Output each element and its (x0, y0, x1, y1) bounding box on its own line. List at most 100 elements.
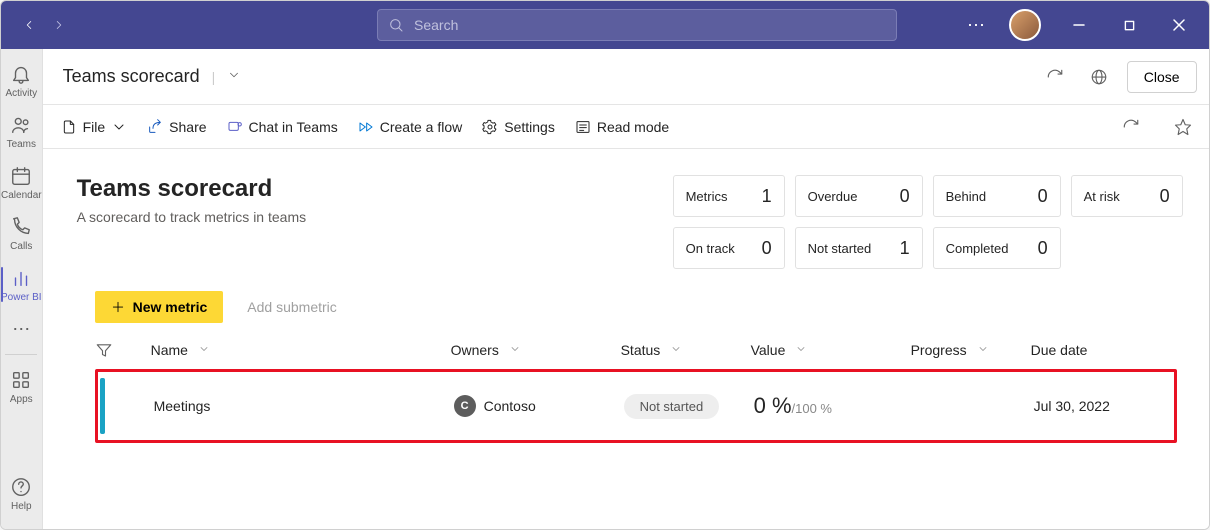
column-progress[interactable]: Progress (911, 342, 1031, 358)
rail-calls[interactable]: Calls (1, 208, 42, 259)
rail-help[interactable]: Help (1, 468, 42, 519)
title-dropdown[interactable] (227, 68, 241, 85)
more-options-button[interactable]: ⋯ (959, 15, 993, 36)
phone-icon (10, 216, 32, 238)
rail-powerbi[interactable]: Power BI (1, 259, 42, 310)
stat-overdue[interactable]: Overdue0 (795, 175, 923, 217)
column-name[interactable]: Name (151, 342, 451, 358)
bell-icon (10, 63, 32, 85)
rail-calendar[interactable]: Calendar (1, 157, 42, 208)
cell-name: Meetings (154, 398, 454, 414)
stat-behind[interactable]: Behind0 (933, 175, 1061, 217)
rail-label: Apps (10, 394, 33, 405)
read-mode-button[interactable]: Read mode (575, 119, 669, 135)
cell-status: Not started (624, 394, 754, 419)
chevron-right-icon (52, 18, 66, 32)
metrics-table: Name Owners Status Value Progress Due da… (95, 341, 1199, 443)
filter-icon (95, 341, 113, 359)
page-title: Teams scorecard (63, 66, 200, 87)
cell-owner: C Contoso (454, 395, 624, 417)
refresh-toolbar-button[interactable] (1115, 111, 1147, 143)
teams-chat-icon (227, 119, 243, 135)
filter-column[interactable] (95, 341, 151, 359)
stat-metrics[interactable]: Metrics1 (673, 175, 785, 217)
plus-icon (111, 300, 125, 314)
calendar-icon (10, 165, 32, 187)
column-value[interactable]: Value (751, 342, 911, 358)
column-due: Due date (1031, 342, 1171, 358)
app-window: ⋯ Activity Teams (0, 0, 1210, 530)
share-button[interactable]: Share (147, 119, 206, 135)
favorite-button[interactable] (1167, 111, 1199, 143)
close-window-button[interactable] (1157, 3, 1201, 47)
people-icon (10, 114, 32, 136)
close-icon (1173, 19, 1185, 31)
highlighted-row-frame: Meetings C Contoso Not started 0 %/100 %… (95, 369, 1177, 443)
bar-chart-icon (10, 267, 32, 289)
stat-atrisk[interactable]: At risk0 (1071, 175, 1183, 217)
nav-arrows (15, 11, 73, 39)
column-owners[interactable]: Owners (451, 342, 621, 358)
rail-label: Activity (5, 88, 37, 99)
scorecard-title: Teams scorecard (77, 175, 673, 203)
table-row[interactable]: Meetings C Contoso Not started 0 %/100 %… (98, 372, 1174, 440)
search-box[interactable] (377, 9, 897, 41)
table-header: Name Owners Status Value Progress Due da… (95, 341, 1199, 359)
rail-label: Power BI (1, 292, 42, 303)
command-bar: File Share Chat in Teams Create a flow (43, 105, 1210, 149)
rail-activity[interactable]: Activity (1, 55, 42, 106)
file-menu[interactable]: File (61, 119, 128, 135)
chevron-down-icon (111, 119, 127, 135)
chat-in-teams-button[interactable]: Chat in Teams (227, 119, 338, 135)
rail-more[interactable]: ⋯ (1, 310, 42, 348)
back-button[interactable] (15, 11, 43, 39)
title-actions: ⋯ (959, 3, 1201, 47)
metrics-area: New metric Add submetric Name Owners Sta… (43, 279, 1210, 443)
gear-icon (482, 119, 498, 135)
chevron-down-icon (509, 343, 521, 355)
column-status[interactable]: Status (621, 342, 751, 358)
rail-apps[interactable]: Apps (1, 361, 42, 412)
cell-due: Jul 30, 2022 (1034, 398, 1174, 414)
scorecard-subtitle: A scorecard to track metrics in teams (77, 209, 673, 225)
stat-notstarted[interactable]: Not started1 (795, 227, 923, 269)
create-flow-button[interactable]: Create a flow (358, 119, 462, 135)
stats-grid: Metrics1 Overdue0 Behind0 At risk0 On tr… (673, 175, 1183, 269)
settings-button[interactable]: Settings (482, 119, 555, 135)
minimize-icon (1073, 19, 1085, 31)
chevron-down-icon (977, 343, 989, 355)
forward-button[interactable] (45, 11, 73, 39)
share-icon (147, 119, 163, 135)
rail-label: Calendar (1, 190, 42, 201)
chevron-down-icon (795, 343, 807, 355)
minimize-button[interactable] (1057, 3, 1101, 47)
status-badge: Not started (624, 394, 720, 419)
add-submetric-button[interactable]: Add submetric (233, 291, 350, 323)
search-input[interactable] (412, 16, 886, 34)
user-avatar[interactable] (1009, 9, 1041, 41)
file-icon (61, 119, 77, 135)
app-rail: Activity Teams Calendar Calls Power BI ⋯ (1, 49, 43, 529)
globe-button[interactable] (1083, 61, 1115, 93)
star-icon (1174, 118, 1192, 136)
scorecard-header: Teams scorecard A scorecard to track met… (43, 149, 1210, 279)
maximize-icon (1124, 20, 1135, 31)
search-icon (388, 17, 404, 33)
globe-icon (1090, 68, 1108, 86)
refresh-header-button[interactable] (1039, 61, 1071, 93)
chevron-down-icon (227, 68, 241, 82)
stat-ontrack[interactable]: On track0 (673, 227, 785, 269)
new-metric-button[interactable]: New metric (95, 291, 224, 323)
refresh-icon (1122, 118, 1140, 136)
chevron-down-icon (198, 343, 210, 355)
maximize-button[interactable] (1107, 3, 1151, 47)
close-button[interactable]: Close (1127, 61, 1197, 93)
owner-avatar: C (454, 395, 476, 417)
flow-icon (358, 119, 374, 135)
rail-label: Help (11, 501, 32, 512)
rail-label: Teams (7, 139, 36, 150)
content-area: Teams scorecard | Close File (43, 49, 1210, 529)
stat-completed[interactable]: Completed0 (933, 227, 1061, 269)
rail-teams[interactable]: Teams (1, 106, 42, 157)
read-mode-icon (575, 119, 591, 135)
